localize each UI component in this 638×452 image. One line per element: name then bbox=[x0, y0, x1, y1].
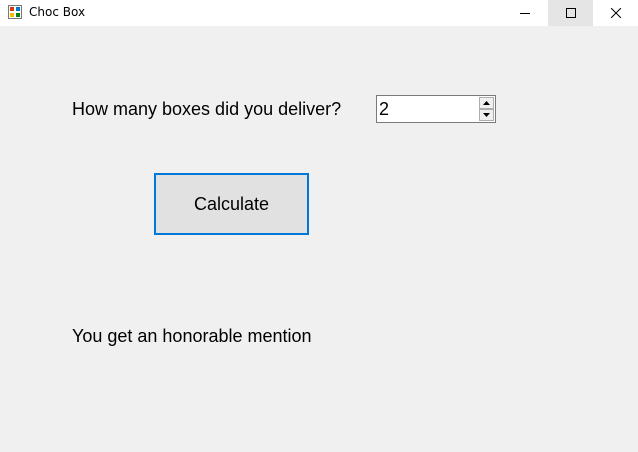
boxes-value[interactable]: 2 bbox=[379, 98, 389, 120]
boxes-question-label: How many boxes did you deliver? bbox=[72, 99, 342, 119]
minimize-button[interactable] bbox=[502, 0, 547, 26]
maximize-button[interactable] bbox=[548, 0, 593, 26]
close-button[interactable] bbox=[593, 0, 638, 26]
result-label: You get an honorable mention bbox=[72, 326, 312, 346]
spin-up-button[interactable] bbox=[479, 97, 494, 109]
spin-down-button[interactable] bbox=[479, 109, 494, 121]
maximize-icon bbox=[565, 8, 576, 18]
calculate-button-label: Calculate bbox=[193, 193, 270, 214]
close-icon bbox=[610, 8, 621, 18]
calculate-button[interactable]: Calculate bbox=[154, 173, 309, 235]
arrow-down-icon bbox=[483, 113, 490, 117]
title-bar[interactable]: Choc Box bbox=[0, 0, 638, 26]
arrow-up-icon bbox=[483, 101, 490, 105]
window-title: Choc Box bbox=[29, 5, 86, 19]
app-window: Choc Box How many boxes did you deliver?… bbox=[0, 0, 638, 452]
boxes-numeric-updown[interactable]: 2 bbox=[376, 95, 496, 123]
app-icon bbox=[8, 5, 22, 19]
minimize-icon bbox=[519, 13, 530, 14]
